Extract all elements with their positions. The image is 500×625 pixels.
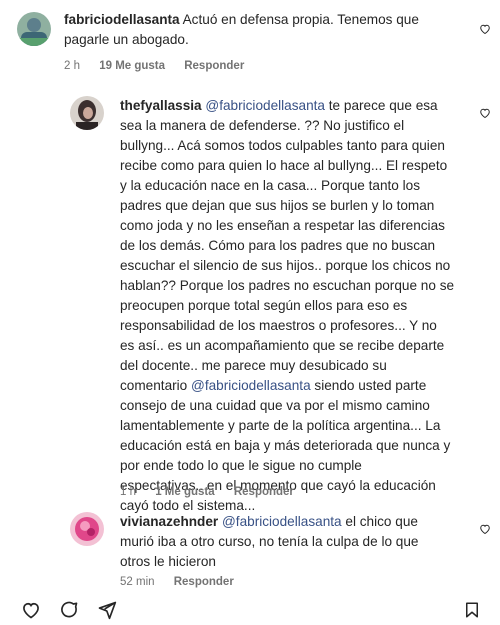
timestamp[interactable]: 1 h <box>120 486 136 498</box>
comment-icon[interactable] <box>58 600 80 625</box>
reply-button[interactable]: Responder <box>174 576 234 588</box>
reply-button[interactable]: Responder <box>234 486 294 498</box>
likes-count[interactable]: 19 Me gusta <box>99 60 165 72</box>
comment-text: vivianazehnder @fabriciodellasanta el ch… <box>120 514 419 569</box>
bookmark-icon[interactable] <box>463 600 481 625</box>
username[interactable]: fabriciodellasanta <box>64 12 180 27</box>
comment-meta: 1 h 1 Me gusta Responder <box>120 484 310 500</box>
avatar[interactable] <box>70 96 104 130</box>
comment-meta: 2 h 19 Me gusta Responder <box>64 58 260 74</box>
reply-button[interactable]: Responder <box>184 60 244 72</box>
mention-link[interactable]: @fabriciodellasanta <box>191 378 311 393</box>
comment-text: fabriciodellasanta Actuó en defensa prop… <box>64 12 419 47</box>
timestamp[interactable]: 52 min <box>120 576 155 588</box>
mention-link[interactable]: @fabriciodellasanta <box>222 514 342 529</box>
heart-icon[interactable] <box>479 522 491 535</box>
mention-link[interactable]: @fabriciodellasanta <box>205 98 325 113</box>
comment-text: thefyallassia @fabriciodellasanta te par… <box>120 98 455 513</box>
heart-icon[interactable] <box>479 22 491 35</box>
heart-icon[interactable] <box>479 106 491 119</box>
username[interactable]: thefyallassia <box>120 98 202 113</box>
post-actions-bar <box>0 596 500 620</box>
comment-meta: 52 min Responder <box>120 574 250 590</box>
username[interactable]: vivianazehnder <box>120 514 218 529</box>
avatar[interactable] <box>17 12 51 46</box>
likes-count[interactable]: 1 Me gusta <box>155 486 214 498</box>
heart-outline-icon[interactable] <box>20 600 42 625</box>
avatar[interactable] <box>70 512 104 546</box>
paper-plane-icon[interactable] <box>96 600 118 625</box>
timestamp[interactable]: 2 h <box>64 60 80 72</box>
